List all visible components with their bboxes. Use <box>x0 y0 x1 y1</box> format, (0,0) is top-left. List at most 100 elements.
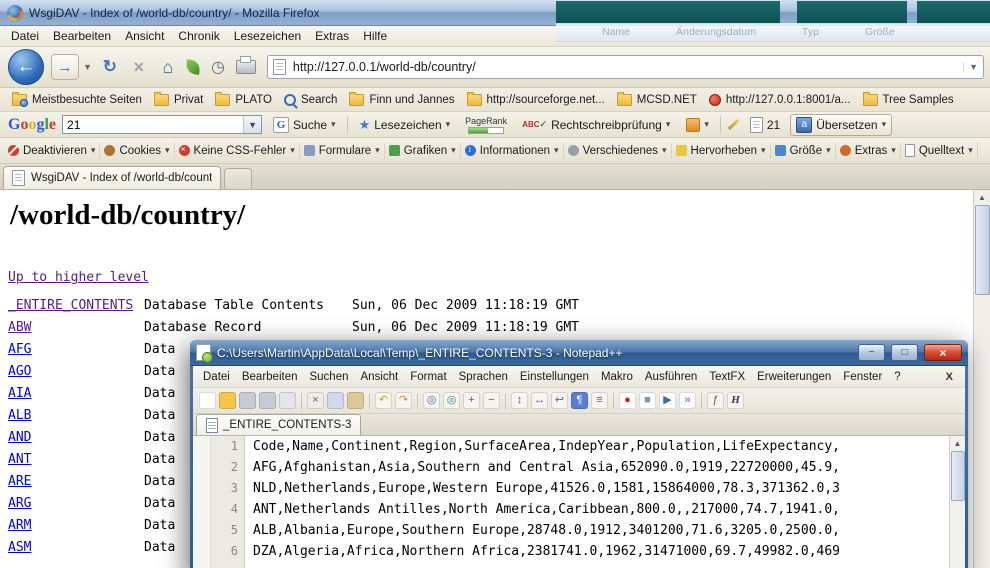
entry-link[interactable]: ASM <box>8 540 31 555</box>
toolbar-separator[interactable] <box>417 393 418 409</box>
back-button[interactable]: ← <box>8 49 44 85</box>
webdev-menu-item[interactable]: Hervorheben ▾ <box>672 143 771 159</box>
menu-item[interactable]: Datei <box>197 369 236 385</box>
line-text[interactable]: ANT,Netherlands Antilles,North America,C… <box>245 499 840 520</box>
menu-item[interactable]: Makro <box>595 369 639 385</box>
editor-scrollbar[interactable]: ▲ <box>949 436 965 568</box>
scrollbar-thumb[interactable] <box>951 451 965 501</box>
html-preview-icon[interactable]: H <box>727 392 744 409</box>
editor[interactable]: 1 Code,Name,Continent,Region,SurfaceArea… <box>193 436 965 568</box>
up-link[interactable]: Up to higher level <box>8 270 149 285</box>
new-file-icon[interactable] <box>199 392 216 409</box>
cut-icon[interactable]: × <box>307 392 324 409</box>
webdev-menu-item[interactable]: Größe ▾ <box>771 143 836 159</box>
webdev-menu-item[interactable]: Extras ▾ <box>836 143 901 159</box>
reload-button[interactable]: ↻ <box>99 56 121 78</box>
indent-guide-icon[interactable]: ≡ <box>591 392 608 409</box>
scrollbar-thumb[interactable] <box>975 205 990 295</box>
menu-item[interactable]: Ansicht <box>118 27 171 45</box>
menu-item[interactable]: Einstellungen <box>514 369 595 385</box>
bookmark-item[interactable]: Meistbesuchte Seiten <box>6 92 148 108</box>
sync-horizontal-icon[interactable]: ↔ <box>531 392 548 409</box>
entry-link[interactable]: ARM <box>8 518 31 533</box>
maximize-button[interactable]: □ <box>891 344 918 361</box>
save-all-icon[interactable] <box>259 392 276 409</box>
entry-link[interactable]: _ENTIRE_CONTENTS <box>8 298 133 313</box>
google-search-input[interactable] <box>63 118 243 132</box>
line-text[interactable]: NLD,Netherlands,Europe,Western Europe,41… <box>245 478 840 499</box>
webdev-menu-item[interactable]: Deaktivieren ▾ <box>4 143 100 159</box>
minimize-button[interactable]: − <box>858 344 885 361</box>
entry-link[interactable]: ALB <box>8 408 31 423</box>
toolbar-separator[interactable] <box>505 393 506 409</box>
show-all-chars-icon[interactable]: ¶ <box>571 392 588 409</box>
undo-icon[interactable]: ↶ <box>375 392 392 409</box>
bookmark-item[interactable]: Tree Samples <box>857 92 960 108</box>
webdev-menu-item[interactable]: Grafiken ▾ <box>385 143 461 159</box>
menu-item[interactable]: Lesezeichen <box>227 27 308 45</box>
entry-link[interactable]: AIA <box>8 386 31 401</box>
zoom-in-icon[interactable]: + <box>463 392 480 409</box>
entry-link[interactable]: ANT <box>8 452 31 467</box>
bookmark-item[interactable]: http://sourceforge.net... <box>461 92 611 108</box>
bookmark-item[interactable]: Finn und Jannes <box>343 92 460 108</box>
menu-item[interactable]: Bearbeiten <box>236 369 304 385</box>
word-wrap-icon[interactable]: ↩ <box>551 392 568 409</box>
bookmark-item[interactable]: http://127.0.0.1:8001/a... <box>703 92 857 108</box>
entry-link[interactable]: ARE <box>8 474 31 489</box>
entry-link[interactable]: AND <box>8 430 31 445</box>
redo-icon[interactable]: ↷ <box>395 392 412 409</box>
forward-button[interactable]: → <box>51 54 79 80</box>
webdev-menu-item[interactable]: Quelltext ▾ <box>901 142 978 159</box>
toolbar-separator[interactable] <box>301 393 302 409</box>
tab-wsgidav[interactable]: WsgiDAV - Index of /world-db/count... <box>3 166 221 189</box>
find-icon[interactable]: ◎ <box>423 392 440 409</box>
history-dropdown-icon[interactable]: ▼ <box>83 62 92 72</box>
paste-icon[interactable] <box>347 392 364 409</box>
notepadpp-titlebar[interactable]: C:\Users\Martin\AppData\Local\Temp\_ENTI… <box>190 340 968 366</box>
line-text[interactable]: Code,Name,Continent,Region,SurfaceArea,I… <box>245 436 840 457</box>
menu-item[interactable]: Erweiterungen <box>751 369 837 385</box>
search-term-chip[interactable]: 21 <box>746 115 784 135</box>
line-text[interactable]: DZA,Algeria,Africa,Northern Africa,23817… <box>245 541 840 562</box>
translate-button[interactable]: a Übersetzen ▾ <box>790 114 892 136</box>
close-button[interactable]: × <box>924 344 962 361</box>
print-button[interactable] <box>236 60 256 74</box>
record-macro-icon[interactable]: ● <box>619 392 636 409</box>
google-bookmarks-button[interactable]: ★ Lesezeichen ▾ <box>354 115 456 135</box>
url-bar[interactable]: ▼ <box>267 55 984 79</box>
toolbar-separator[interactable] <box>613 393 614 409</box>
new-tab-stub[interactable] <box>224 168 252 189</box>
bookmark-item[interactable]: PLATO <box>209 92 278 108</box>
page-scrollbar[interactable]: ▲ <box>973 190 990 568</box>
webdev-menu-item[interactable]: Cookies ▾ <box>100 143 174 159</box>
bookmark-item[interactable]: Search <box>278 92 343 108</box>
menu-item[interactable]: Ansicht <box>355 369 405 385</box>
copy-icon[interactable] <box>327 392 344 409</box>
sage-feed-icon[interactable] <box>185 59 201 75</box>
menu-item[interactable]: ? <box>888 369 906 385</box>
google-search-button[interactable]: G Suche ▾ <box>268 115 341 135</box>
autofill-button[interactable]: ▾ <box>681 116 714 134</box>
line-text[interactable]: AFG,Afghanistan,Asia,Southern and Centra… <box>245 457 840 478</box>
pagerank-indicator[interactable]: PageRank <box>461 116 511 134</box>
menu-item[interactable]: Format <box>404 369 452 385</box>
webdev-menu-item[interactable]: Informationen ▾ <box>461 143 564 159</box>
scroll-up-icon[interactable]: ▲ <box>954 436 962 451</box>
webdev-menu-item[interactable]: Formulare ▾ <box>300 143 385 159</box>
search-history-dropdown-icon[interactable]: ▼ <box>243 116 261 133</box>
replace-icon[interactable]: ◎ <box>443 392 460 409</box>
menu-item[interactable]: TextFX <box>703 369 751 385</box>
menu-item[interactable]: Extras <box>308 27 356 45</box>
toolbar-separator[interactable] <box>369 393 370 409</box>
history-clock-icon[interactable]: ◷ <box>207 56 229 78</box>
doc-close-x[interactable]: X <box>938 371 961 383</box>
spellcheck-button[interactable]: ABC Rechtschreibprüfung ▾ <box>517 116 675 134</box>
menu-item[interactable]: Chronik <box>171 27 226 45</box>
menu-item[interactable]: Fenster <box>837 369 888 385</box>
print-icon[interactable] <box>279 392 296 409</box>
bookmark-item[interactable]: MCSD.NET <box>611 92 703 108</box>
play-macro-icon[interactable]: ▶ <box>659 392 676 409</box>
scroll-up-icon[interactable]: ▲ <box>978 190 986 205</box>
tab-entire-contents[interactable]: _ENTIRE_CONTENTS-3 <box>196 414 361 435</box>
